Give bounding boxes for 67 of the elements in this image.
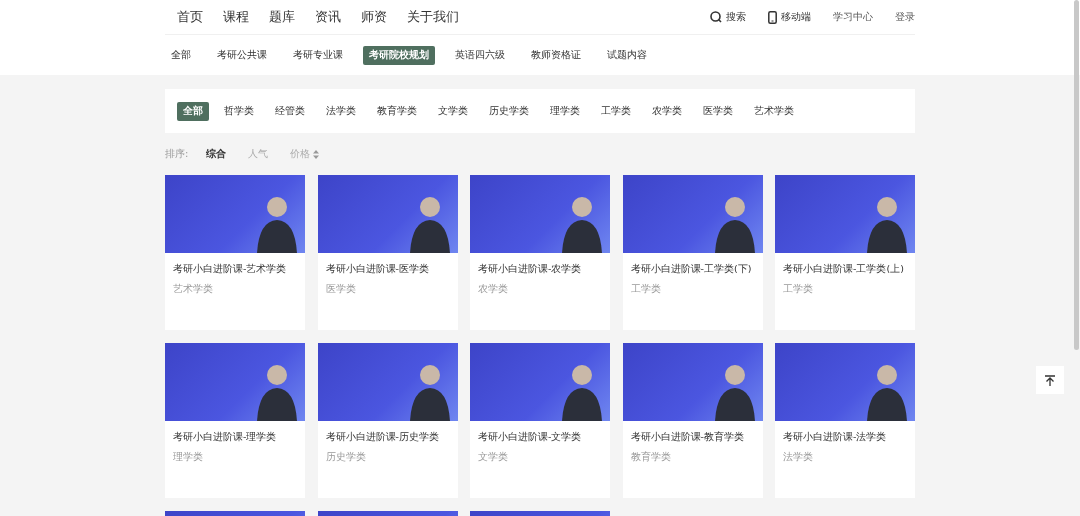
course-category: 文学类: [477, 450, 509, 464]
course-card[interactable]: 考研小白进阶课-文学类 文学类: [470, 343, 610, 498]
course-title: 考研小白进阶课-理学类: [172, 430, 278, 444]
nav-action-link[interactable]: 登录: [895, 10, 915, 24]
course-title: 考研小白进阶课-医学类: [324, 262, 430, 276]
subnav-tab[interactable]: 试题内容: [601, 45, 653, 65]
course-category: 艺术学类: [172, 282, 214, 296]
category-tag[interactable]: 法学类: [320, 101, 362, 121]
phone-icon: [768, 10, 777, 24]
scrollbar-thumb[interactable]: [1074, 0, 1079, 350]
nav-action-link[interactable]: 学习中心: [833, 10, 873, 24]
nav-link[interactable]: 关于我们: [407, 8, 459, 26]
course-category: 历史学类: [324, 450, 367, 464]
course-category: 教育学类: [629, 450, 672, 464]
subnav-tab[interactable]: 英语四六级: [449, 45, 511, 65]
nav-link[interactable]: 资讯: [315, 8, 341, 26]
sort-option[interactable]: 综合: [206, 147, 227, 161]
course-card[interactable]: 考研小白进阶课-农学类 农学类: [470, 175, 610, 330]
course-card[interactable]: 考研小白进阶课-医学类 医学类: [317, 175, 458, 330]
course-title: 考研小白进阶课-艺术学类: [172, 262, 288, 276]
course-title: 考研小白进阶课-工学类(下): [629, 262, 753, 276]
course-card[interactable]: 考研小白进阶课-教育学类 教育学类: [622, 343, 763, 498]
course-title: 考研小白进阶课-法学类: [782, 430, 888, 444]
course-title: 考研小白进阶课-工学类(上): [782, 262, 905, 276]
nav-link[interactable]: 课程: [223, 8, 249, 26]
subnav-tab[interactable]: 考研专业课: [287, 45, 349, 65]
course-category: 工学类: [629, 282, 662, 296]
course-category: 医学类: [324, 282, 357, 296]
course-category: 法学类: [782, 450, 814, 464]
course-card[interactable]: 考研小白进阶课-理学类 理学类: [165, 343, 305, 498]
category-tag[interactable]: 医学类: [697, 101, 739, 121]
subnav-tab[interactable]: 考研院校规划: [363, 45, 435, 65]
sort-arrows-icon: [313, 149, 320, 159]
course-title: 考研小白进阶课-历史学类: [324, 430, 440, 444]
subnav-tab[interactable]: 全部: [165, 45, 197, 65]
course-category: 农学类: [477, 282, 509, 296]
category-tag[interactable]: 历史学类: [483, 101, 535, 121]
mobile-link[interactable]: 移动端: [768, 10, 811, 24]
course-card[interactable]: 考研小白进阶课-艺术学类 艺术学类: [165, 175, 305, 330]
course-title: 考研小白进阶课-农学类: [477, 262, 583, 276]
category-tag[interactable]: 艺术学类: [748, 101, 800, 121]
category-tag[interactable]: 经管类: [269, 101, 311, 121]
nav-link[interactable]: 首页: [177, 8, 203, 26]
course-category: 理学类: [172, 450, 204, 464]
nav-link[interactable]: 题库: [269, 8, 295, 26]
course-title: 考研小白进阶课-文学类: [477, 430, 583, 444]
category-tag[interactable]: 工学类: [595, 101, 637, 121]
nav-link[interactable]: 师资: [361, 8, 387, 26]
category-tag[interactable]: 教育学类: [371, 101, 423, 121]
course-card[interactable]: 考研小白进阶课-历史学类 历史学类: [317, 343, 458, 498]
category-tag[interactable]: 理学类: [544, 101, 586, 121]
course-title: 考研小白进阶课-教育学类: [629, 430, 745, 444]
search-icon: [710, 11, 722, 23]
course-category: 工学类: [782, 282, 814, 296]
category-tag[interactable]: 农学类: [646, 101, 688, 121]
category-tag[interactable]: 文学类: [432, 101, 474, 121]
course-card[interactable]: 考研小白进阶课-法学类 法学类: [775, 343, 915, 498]
subnav-tab[interactable]: 考研公共课: [211, 45, 273, 65]
back-to-top-button[interactable]: [1036, 366, 1064, 394]
course-card[interactable]: 考研小白进阶课-工学类(上) 工学类: [775, 175, 915, 330]
sort-label: 排序:: [165, 147, 189, 161]
course-card[interactable]: 考研小白进阶课-工学类(下) 工学类: [622, 175, 763, 330]
subnav-tab[interactable]: 教师资格证: [525, 45, 587, 65]
search-link[interactable]: 搜索: [710, 10, 746, 24]
category-tag[interactable]: 全部: [177, 101, 209, 121]
category-tag[interactable]: 哲学类: [218, 101, 260, 121]
arrow-up-icon: [1045, 374, 1055, 386]
